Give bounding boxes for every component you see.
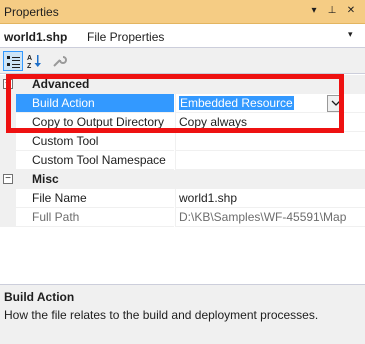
chevron-down-icon bbox=[331, 100, 341, 106]
property-row-custom-tool[interactable]: Custom Tool bbox=[0, 132, 365, 151]
alphabetical-button[interactable]: A Z bbox=[25, 51, 45, 71]
property-value[interactable] bbox=[175, 132, 365, 151]
property-grid: − Advanced Build Action Embedded Resourc… bbox=[0, 75, 365, 285]
property-name: Full Path bbox=[16, 208, 174, 227]
description-title: Build Action bbox=[4, 290, 75, 304]
categorized-button[interactable] bbox=[3, 51, 23, 71]
property-name: Copy to Output Directory bbox=[16, 113, 174, 132]
svg-text:A: A bbox=[27, 55, 32, 62]
window-menu-dropdown-icon[interactable]: ▾ bbox=[307, 4, 321, 18]
property-pages-button[interactable] bbox=[49, 51, 69, 71]
property-name: Custom Tool bbox=[16, 132, 174, 151]
properties-toolbar: A Z bbox=[0, 48, 365, 74]
property-row-full-path[interactable]: Full Path D:\KB\Samples\WF-45591\Map bbox=[0, 208, 365, 227]
property-row-file-name[interactable]: File Name world1.shp bbox=[0, 189, 365, 208]
category-misc[interactable]: − Misc bbox=[0, 170, 365, 189]
alphabetical-icon: A Z bbox=[27, 55, 41, 69]
property-row-build-action[interactable]: Build Action Embedded Resource bbox=[0, 94, 365, 113]
description-text: How the file relates to the build and de… bbox=[4, 308, 319, 322]
property-value: Embedded Resource bbox=[179, 96, 294, 110]
properties-title-bar: Properties ▾ ⊥ ✕ bbox=[0, 0, 365, 24]
property-row-copy-to-output[interactable]: Copy to Output Directory Copy always bbox=[0, 113, 365, 132]
property-name: File Name bbox=[16, 189, 174, 208]
property-name: Build Action bbox=[16, 94, 174, 113]
collapse-icon[interactable]: − bbox=[3, 79, 13, 89]
object-type: File Properties bbox=[87, 30, 165, 44]
category-label: Misc bbox=[16, 170, 365, 189]
window-title: Properties bbox=[4, 5, 59, 19]
property-value[interactable]: world1.shp bbox=[175, 189, 365, 208]
category-advanced[interactable]: − Advanced bbox=[0, 75, 365, 94]
property-row-custom-tool-namespace[interactable]: Custom Tool Namespace bbox=[0, 151, 365, 170]
collapse-icon[interactable]: − bbox=[3, 174, 13, 184]
categorized-icon bbox=[7, 56, 20, 68]
svg-text:Z: Z bbox=[27, 63, 32, 69]
close-icon[interactable]: ✕ bbox=[344, 4, 358, 18]
wrench-icon bbox=[53, 56, 67, 67]
property-name: Custom Tool Namespace bbox=[16, 151, 174, 170]
category-label: Advanced bbox=[16, 75, 365, 94]
chevron-down-icon[interactable]: ▾ bbox=[348, 29, 353, 40]
property-value[interactable]: Copy always bbox=[175, 113, 365, 132]
property-value[interactable]: D:\KB\Samples\WF-45591\Map bbox=[175, 208, 365, 227]
object-selector[interactable]: world1.shp File Properties ▾ bbox=[0, 24, 365, 48]
property-value[interactable] bbox=[175, 151, 365, 170]
dropdown-button[interactable] bbox=[327, 95, 344, 112]
pin-icon[interactable]: ⊥ bbox=[325, 4, 339, 18]
description-pane: Build Action How the file relates to the… bbox=[0, 284, 365, 344]
object-name: world1.shp bbox=[4, 30, 68, 44]
